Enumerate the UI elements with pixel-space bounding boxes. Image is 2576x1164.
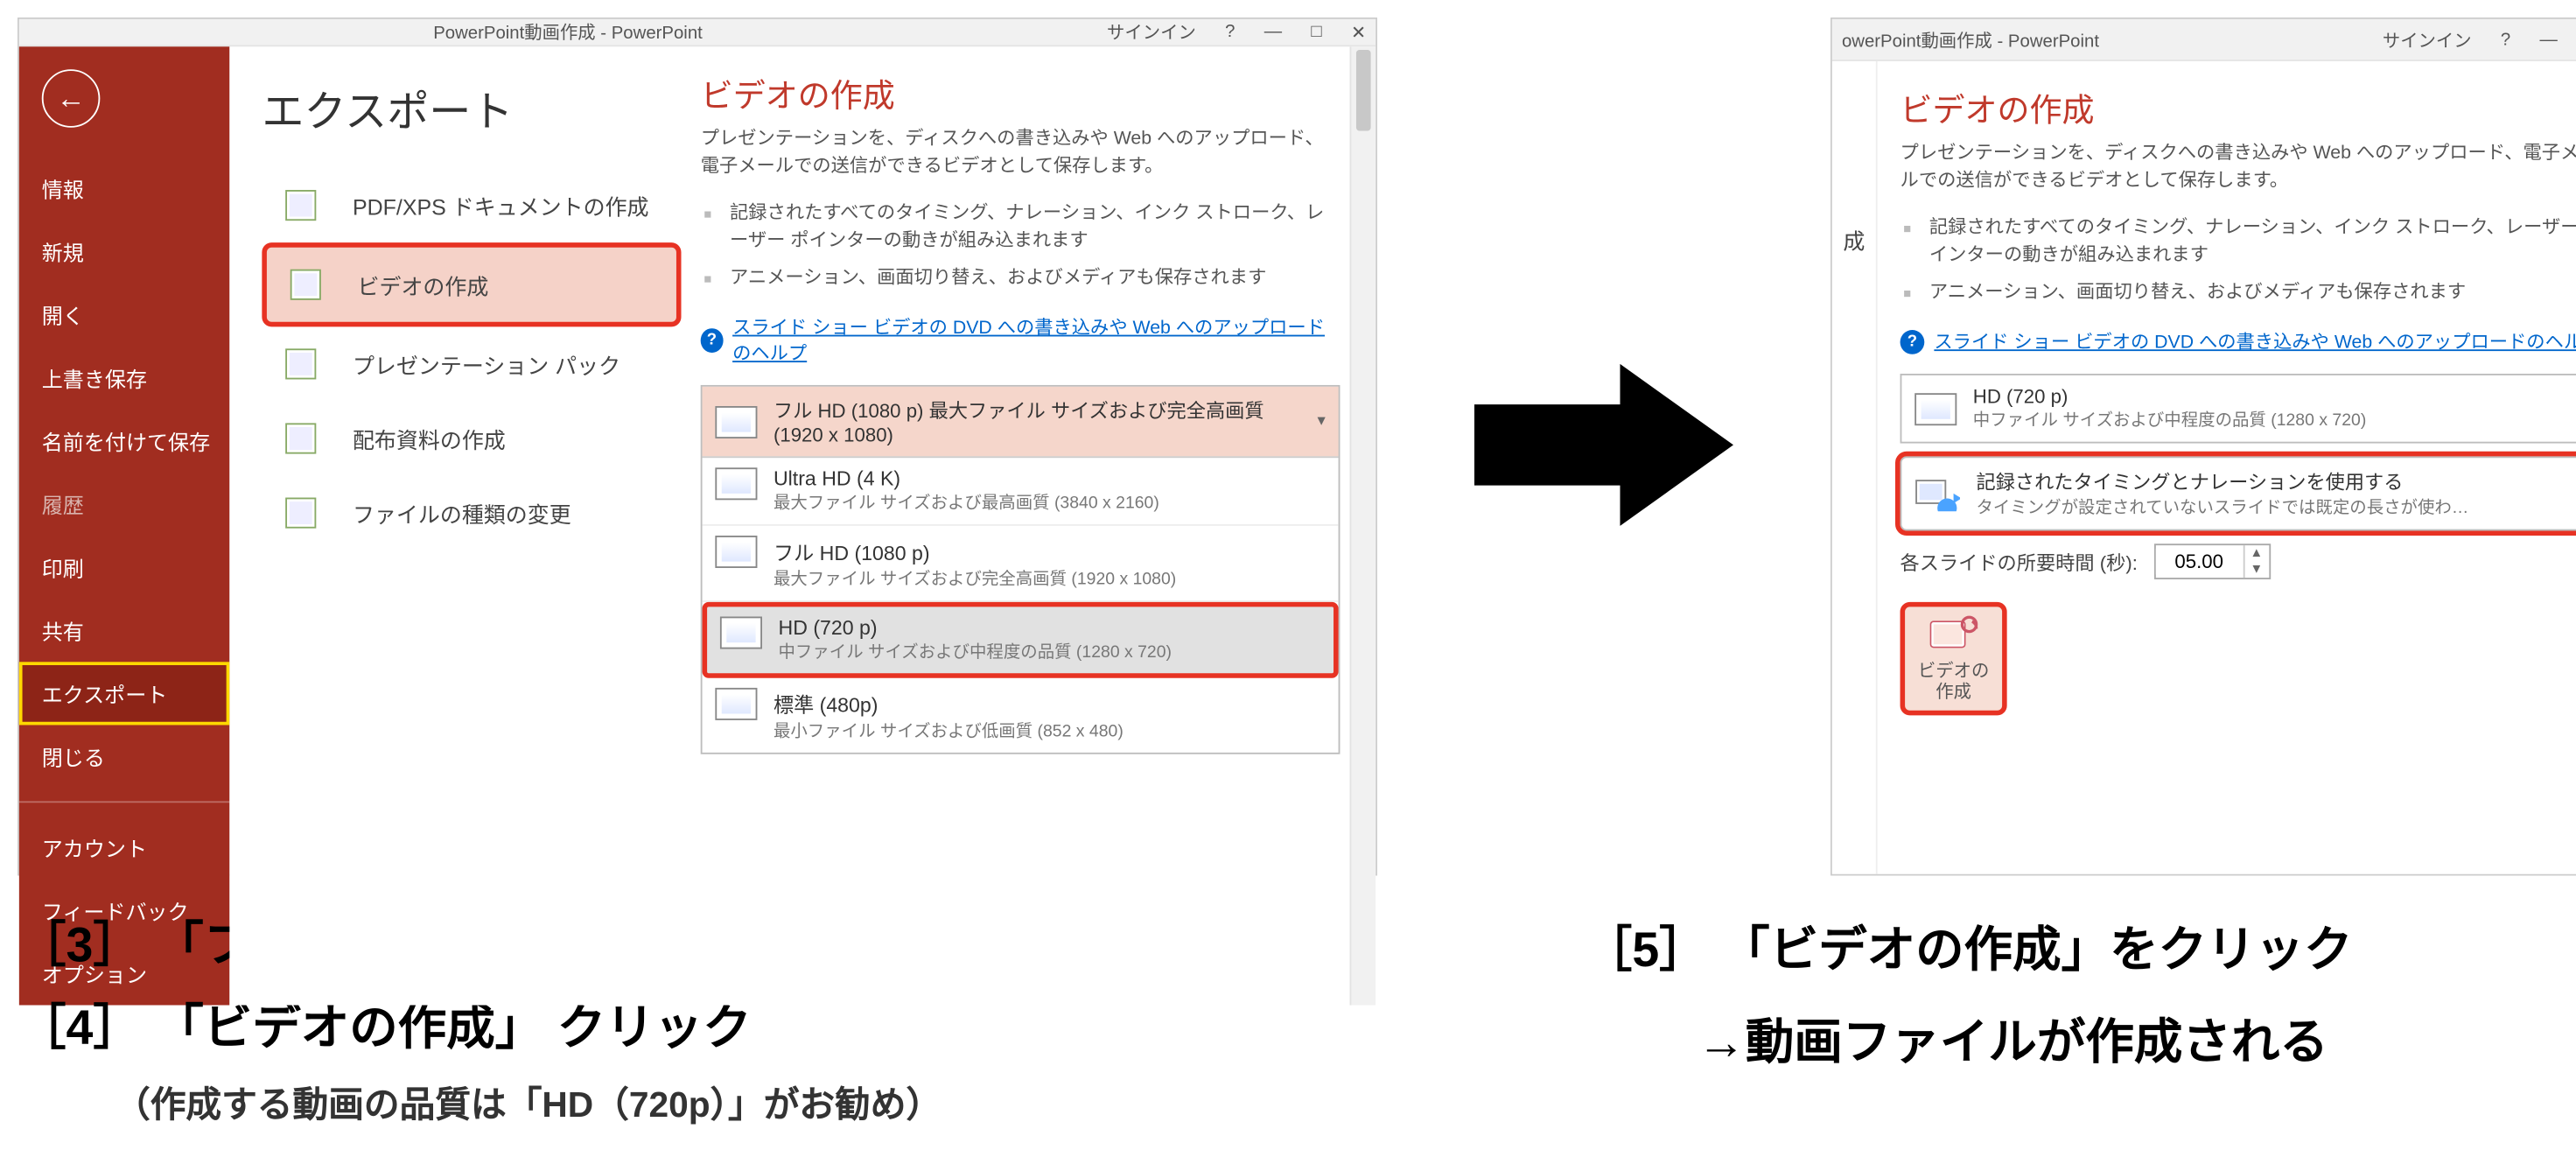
close-icon[interactable]: ✕ bbox=[1351, 22, 1366, 43]
quality-option-0[interactable]: Ultra HD (4 K)最大ファイル サイズおよび最高画質 (3840 x … bbox=[703, 459, 1339, 527]
timing-dropdown[interactable]: 記録されたタイミングとナレーションを使用する タイミングが設定されていないスライ… bbox=[1900, 457, 2576, 531]
help-circle-icon: ? bbox=[1900, 330, 1925, 354]
create-video-label: ビデオの 作成 bbox=[1918, 662, 1989, 705]
screenshot-right: owerPoint動画作成 - PowerPoint サインイン ? — □ ✕… bbox=[1830, 18, 2576, 876]
caption-step5-sub: →動画ファイルが作成される bbox=[1697, 997, 2352, 1089]
export-icon bbox=[278, 492, 330, 534]
chevron-down-icon: ▾ bbox=[1317, 413, 1325, 431]
back-icon[interactable]: ← bbox=[42, 69, 101, 128]
signin-link[interactable]: サインイン bbox=[1107, 19, 1196, 46]
thumbnail-icon bbox=[715, 688, 757, 720]
export-item-4[interactable]: ファイルの種類の変更 bbox=[262, 476, 681, 550]
export-list-remnant: 成 bbox=[1832, 61, 1878, 874]
help-icon[interactable]: ? bbox=[2501, 30, 2510, 49]
screenshot-left: PowerPoint動画作成 - PowerPoint サインイン ? — □ … bbox=[18, 18, 1377, 876]
help-link[interactable]: スライド ショー ビデオの DVD への書き込みや Web へのアップロードのヘ… bbox=[732, 314, 1340, 366]
sidebar-item-0[interactable]: 情報 bbox=[19, 157, 230, 220]
quality-option-3[interactable]: 標準 (480p)最小ファイル サイズおよび低画質 (852 x 480) bbox=[703, 678, 1339, 753]
video-desc: プレゼンテーションを、ディスクへの書き込みや Web へのアップロード、電子メー… bbox=[701, 126, 1340, 182]
export-icon bbox=[278, 343, 330, 385]
video-bullet: アニメーション、画面切り替え、およびメディアも保存されます bbox=[701, 261, 1340, 298]
sidebar-item-9[interactable]: 閉じる bbox=[19, 725, 230, 788]
help-icon[interactable]: ? bbox=[1225, 23, 1235, 42]
duration-label: 各スライドの所要時間 (秒): bbox=[1900, 548, 2138, 575]
video-title: ビデオの作成 bbox=[701, 69, 1340, 116]
video-desc: プレゼンテーションを、ディスクへの書き込みや Web へのアップロード、電子メー… bbox=[1900, 141, 2576, 197]
quality-option-1[interactable]: フル HD (1080 p)最大ファイル サイズおよび完全高画質 (1920 x… bbox=[703, 526, 1339, 602]
sidebar-item-8[interactable]: エクスポート bbox=[19, 662, 230, 725]
signin-link[interactable]: サインイン bbox=[2383, 26, 2472, 53]
backstage-sidebar: ← 情報新規開く上書き保存名前を付けて保存履歴印刷共有エクスポート閉じるアカウン… bbox=[19, 46, 230, 1005]
spinner-down-icon[interactable]: ▼ bbox=[2244, 562, 2269, 578]
export-item-3[interactable]: 配布資料の作成 bbox=[262, 401, 681, 475]
quality-dropdown[interactable]: フル HD (1080 p) 最大ファイル サイズおよび完全高画質 (1920 … bbox=[701, 385, 1340, 754]
video-bullet: 記録されたすべてのタイミング、ナレーション、インク ストローク、レーザー ポイン… bbox=[701, 195, 1340, 261]
video-bullet: 記録されたすべてのタイミング、ナレーション、インク ストローク、レーザー ポイン… bbox=[1900, 209, 2576, 275]
thumbnail-icon bbox=[715, 406, 757, 438]
export-item-2[interactable]: プレゼンテーション パック bbox=[262, 326, 681, 401]
export-icon bbox=[278, 417, 330, 459]
thumbnail-icon bbox=[715, 536, 757, 568]
minimize-icon[interactable]: — bbox=[2540, 30, 2558, 49]
timing-icon bbox=[1914, 476, 1960, 512]
window-title: PowerPoint動画作成 - PowerPoint bbox=[29, 19, 1107, 46]
caption-step4-sub: （作成する動画の品質は「HD（720p）」がお勧め） bbox=[115, 1076, 1308, 1128]
quality-option-2[interactable]: HD (720 p)中ファイル サイズおよび中程度の品質 (1280 x 720… bbox=[703, 602, 1339, 678]
export-icon bbox=[278, 185, 330, 227]
sidebar-item-2[interactable]: 開く bbox=[19, 283, 230, 346]
sidebar-item-10[interactable]: アカウント bbox=[19, 816, 230, 879]
titlebar-left: PowerPoint動画作成 - PowerPoint サインイン ? — □ … bbox=[19, 19, 1376, 46]
sidebar-item-6[interactable]: 印刷 bbox=[19, 536, 230, 599]
help-link[interactable]: スライド ショー ビデオの DVD への書き込みや Web へのアップロードのヘ… bbox=[1934, 329, 2576, 355]
maximize-icon[interactable]: □ bbox=[1311, 23, 1321, 42]
scrollbar[interactable] bbox=[1350, 46, 1376, 1005]
sidebar-item-4[interactable]: 名前を付けて保存 bbox=[19, 410, 230, 473]
duration-spinner[interactable]: ▲▼ bbox=[2153, 544, 2270, 580]
page-title: エクスポート bbox=[262, 79, 681, 138]
export-icon bbox=[283, 263, 334, 305]
spinner-up-icon[interactable]: ▲ bbox=[2244, 546, 2269, 563]
video-title: ビデオの作成 bbox=[1900, 84, 2576, 131]
video-icon bbox=[1929, 614, 1978, 656]
minimize-icon[interactable]: — bbox=[1264, 23, 1282, 42]
video-bullet: アニメーション、画面切り替え、およびメディアも保存されます bbox=[1900, 275, 2576, 312]
sidebar-item-1[interactable]: 新規 bbox=[19, 220, 230, 283]
help-circle-icon: ? bbox=[701, 328, 723, 353]
export-item-0[interactable]: PDF/XPS ドキュメントの作成 bbox=[262, 168, 681, 242]
sidebar-item-7[interactable]: 共有 bbox=[19, 599, 230, 662]
arrow-right-icon bbox=[1474, 347, 1733, 546]
window-title: owerPoint動画作成 - PowerPoint bbox=[1842, 26, 2383, 53]
create-video-button[interactable]: ビデオの 作成 bbox=[1900, 602, 2007, 716]
thumbnail-icon bbox=[715, 468, 757, 501]
export-item-1[interactable]: ビデオの作成 bbox=[262, 242, 681, 326]
caption-step5: ［5］ 「ビデオの作成」をクリック bbox=[1584, 905, 2353, 997]
duration-input[interactable] bbox=[2155, 549, 2243, 575]
sidebar-item-3[interactable]: 上書き保存 bbox=[19, 347, 230, 410]
titlebar-right: owerPoint動画作成 - PowerPoint サインイン ? — □ ✕ bbox=[1832, 19, 2576, 61]
sidebar-item-5[interactable]: 履歴 bbox=[19, 473, 230, 536]
quality-dropdown[interactable]: HD (720 p) 中ファイル サイズおよび中程度の品質 (1280 x 72… bbox=[1900, 374, 2576, 444]
thumbnail-icon bbox=[720, 617, 762, 649]
thumbnail-icon bbox=[1914, 393, 1956, 425]
